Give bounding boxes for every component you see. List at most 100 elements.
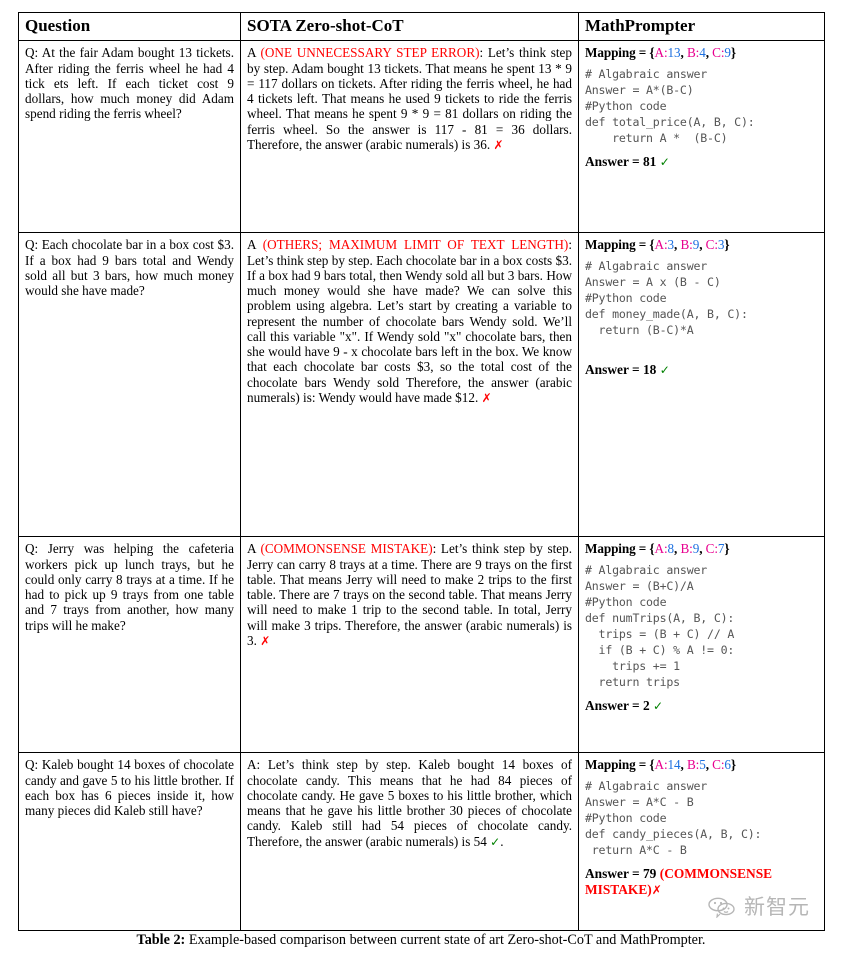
cot-body: : Let’s think step by step. Adam bought … [247,45,572,152]
check-mark-icon: ✓ [659,362,670,377]
mapping-line: Mapping = {A:3, B:9, C:3} [585,237,818,252]
check-mark-icon: ✓ [653,698,664,713]
mp-answer-value: 81 [642,153,657,169]
caption-label: Table 2: [136,932,186,948]
mapping-var-a: A:8 [655,541,675,556]
mp-answer-value: 2 [642,697,650,713]
wrong-mark-icon: ✗ [493,137,504,152]
mathprompter-cell: Mapping = {A:14, B:5, C:6} # Algabraic a… [578,752,825,932]
var-a-value: 13 [667,45,681,61]
comparison-table-wrapper: Question SOTA Zero-shot-CoT MathPrompter… [18,11,825,932]
cot-prefix: A [247,757,257,773]
var-c-name: C [712,45,721,61]
cot-suffix: . [500,833,504,849]
cot-answer-cell: A (COMMONSENSE MISTAKE): Let’s think ste… [240,536,579,754]
table-row: Q: Each chocolate bar in a box cost $3. … [18,232,825,538]
table-row: Q: Jerry was helping the cafeteria worke… [18,536,825,754]
var-a-name: A [654,237,665,253]
mp-answer-line: Answer = 81 ✓ [585,154,818,170]
table-header: Question SOTA Zero-shot-CoT MathPrompter [18,11,825,42]
column-header-sota-zero-shot-cot: SOTA Zero-shot-CoT [240,11,579,42]
mapping-close-brace: } [724,237,730,253]
mathprompter-cell: Mapping = {A:13, B:4, C:9} # Algabraic a… [578,40,825,234]
cot-error-label: (COMMONSENSE MISTAKE) [260,541,433,557]
wrong-mark-icon: ✗ [651,882,662,897]
var-a-name: A [654,45,665,61]
code-block: # Algabraic answer Answer = A*(B-C) #Pyt… [585,66,755,145]
vertical-spacer [585,339,818,355]
mapping-var-a: A:14 [655,757,681,772]
table-caption: Table 2: Example-based comparison betwee… [0,932,842,949]
mp-answer-prefix: Answer = [585,153,643,169]
var-a-name: A [654,541,665,557]
comparison-table: Question SOTA Zero-shot-CoT MathPrompter… [18,11,825,932]
mapping-line: Mapping = {A:13, B:4, C:9} [585,45,818,60]
mp-answer-prefix: Answer = [585,361,643,377]
code-block: # Algabraic answer Answer = A*C - B #Pyt… [585,778,762,857]
mathprompter-cell: Mapping = {A:3, B:9, C:3} # Algabraic an… [578,232,825,538]
mapping-var-c: C:6 [712,757,731,772]
check-mark-icon: ✓ [659,154,670,169]
var-b-name: B [680,541,690,557]
mapping-var-b: B:4 [687,45,706,60]
var-a-name: A [654,757,665,773]
check-mark-icon: ✓ [490,834,501,849]
code-block: # Algabraic answer Answer = A x (B - C) … [585,258,748,337]
cot-error-label: (ONE UNNECESSARY STEP ERROR) [260,45,480,61]
mapping-var-a: A:3 [655,237,675,252]
cot-body: : Let’s think step by step. Jerry can ca… [247,541,572,648]
mapping-var-c: C:3 [706,237,725,252]
cot-body: : Let’s think step by step. Kaleb bought… [247,757,572,849]
var-a-value: 14 [667,757,681,773]
var-b-name: B [680,237,690,253]
mapping-var-c: C:7 [706,541,725,556]
question-cell: Q: Kaleb bought 14 boxes of chocolate ca… [18,752,241,932]
table-row: Q: Kaleb bought 14 boxes of chocolate ca… [18,752,825,932]
mp-answer-prefix: Answer = [585,865,643,881]
mapping-label: Mapping = [585,757,650,773]
mp-answer-line: Answer = 2 ✓ [585,698,818,714]
cot-answer-cell: A (ONE UNNECESSARY STEP ERROR): Let’s th… [240,40,579,234]
wrong-mark-icon: ✗ [260,633,271,648]
page-root: Question SOTA Zero-shot-CoT MathPrompter… [0,0,842,963]
code-block: # Algabraic answer Answer = (B+C)/A #Pyt… [585,562,735,689]
table-body: Q: At the fair Adam bought 13 tickets. A… [18,40,825,932]
mp-answer-prefix: Answer = [585,697,643,713]
mapping-var-b: B:9 [680,541,699,556]
question-cell: Q: Jerry was helping the cafeteria worke… [18,536,241,754]
var-c-name: C [712,757,721,773]
table-row: Q: At the fair Adam bought 13 tickets. A… [18,40,825,234]
column-header-question: Question [18,11,241,42]
cot-body: : Let’s think step by step. Each chocola… [247,237,572,405]
cot-error-label: (OTHERS; MAXIMUM LIMIT OF TEXT LENGTH) [262,237,569,253]
mp-answer-value: 79 [642,865,657,881]
question-cell: Q: Each chocolate bar in a box cost $3. … [18,232,241,538]
mapping-var-b: B:5 [687,757,706,772]
mapping-label: Mapping = [585,541,650,557]
mapping-line: Mapping = {A:14, B:5, C:6} [585,757,818,772]
wrong-mark-icon: ✗ [481,390,492,405]
mapping-var-b: B:9 [680,237,699,252]
var-b-name: B [686,45,696,61]
cot-answer-cell: A: Let’s think step by step. Kaleb bough… [240,752,579,932]
mapping-var-c: C:9 [712,45,731,60]
table-header-row: Question SOTA Zero-shot-CoT MathPrompter [18,11,825,42]
cot-answer-cell: A (OTHERS; MAXIMUM LIMIT OF TEXT LENGTH)… [240,232,579,538]
mapping-var-a: A:13 [655,45,681,60]
var-b-name: B [686,757,696,773]
cot-prefix: A [247,237,263,253]
mapping-close-brace: } [724,541,730,557]
mapping-label: Mapping = [585,45,650,61]
caption-text: Example-based comparison between current… [188,932,706,948]
cot-prefix: A [247,541,261,557]
question-cell: Q: At the fair Adam bought 13 tickets. A… [18,40,241,234]
mapping-close-brace: } [730,45,737,61]
mp-answer-value: 18 [642,361,657,377]
cot-prefix: A [247,45,261,61]
column-header-mathprompter: MathPrompter [578,11,825,42]
mathprompter-cell: Mapping = {A:8, B:9, C:7} # Algabraic an… [578,536,825,754]
mapping-line: Mapping = {A:8, B:9, C:7} [585,541,818,556]
mp-answer-line: Answer = 18 ✓ [585,362,818,378]
mapping-label: Mapping = [585,237,650,253]
mp-answer-line: Answer = 79 (COMMONSENSE MISTAKE)✗ [585,866,818,898]
